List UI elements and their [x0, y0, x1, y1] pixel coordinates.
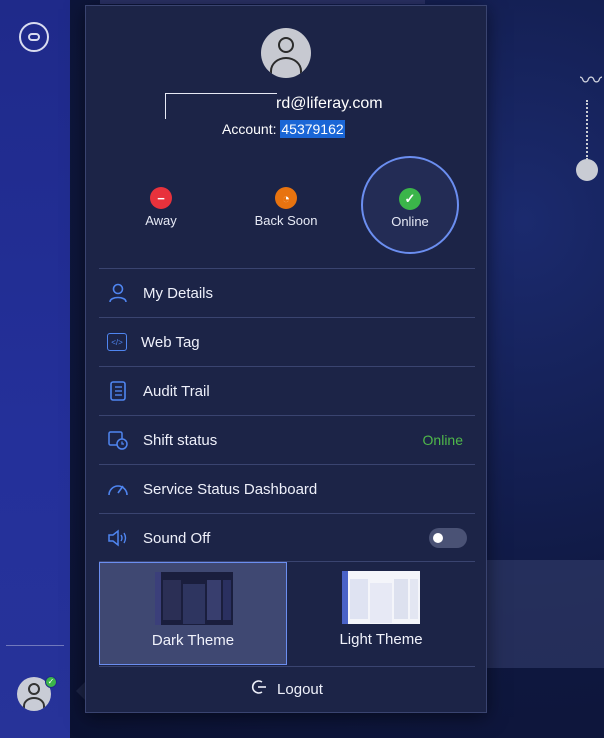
logout-label: Logout [277, 681, 323, 698]
account-number: 45379162 [280, 120, 345, 138]
menu-item-sound[interactable]: Sound Off [99, 513, 475, 562]
status-away-button[interactable]: − Away [134, 187, 188, 228]
light-theme-label: Light Theme [339, 631, 423, 648]
bot-logo-icon[interactable] [19, 22, 49, 52]
away-icon: − [150, 187, 172, 209]
popup-pointer [76, 682, 85, 700]
theme-selector: Dark Theme Light Theme [99, 561, 475, 665]
status-back-soon-label: Back Soon [254, 213, 318, 228]
dark-theme-thumbnail [155, 572, 233, 625]
notebook-icon [107, 380, 129, 402]
user-menu-list: My Details </> Web Tag Audit Trail Shift… [99, 268, 475, 562]
background-dot [576, 159, 598, 181]
menu-item-label: Sound Off [143, 529, 211, 547]
menu-item-web-tag[interactable]: </> Web Tag [99, 317, 475, 366]
sound-toggle[interactable] [429, 528, 467, 548]
logout-button[interactable]: Logout [99, 666, 475, 712]
menu-item-label: Service Status Dashboard [143, 480, 318, 498]
user-menu-popup: rd@liferay.com Account: 45379162 − Away … [85, 5, 487, 713]
menu-item-label: Audit Trail [143, 382, 210, 400]
top-strip [100, 0, 425, 4]
menu-item-audit-trail[interactable]: Audit Trail [99, 366, 475, 415]
menu-item-service-status[interactable]: Service Status Dashboard [99, 464, 475, 513]
light-theme-thumbnail [342, 571, 420, 624]
person-icon [107, 282, 129, 304]
logout-icon [251, 679, 267, 700]
speedometer-icon [107, 478, 129, 500]
clock-icon: ◔ [275, 187, 297, 209]
status-online-label: Online [391, 214, 429, 229]
light-theme-option[interactable]: Light Theme [287, 562, 475, 665]
menu-item-label: My Details [143, 284, 214, 302]
account-line: Account: 45379162 [222, 120, 345, 138]
dotted-line [586, 100, 588, 160]
status-away-label: Away [145, 213, 177, 228]
status-online-button[interactable]: ✓ Online [361, 156, 459, 254]
background-panel [487, 560, 604, 668]
dark-theme-option[interactable]: Dark Theme [99, 562, 287, 665]
menu-item-label: Web Tag [141, 333, 200, 351]
shift-status-value: Online [422, 432, 463, 448]
wave-icon: 〰 [580, 68, 603, 93]
check-icon: ✓ [399, 188, 421, 210]
user-email: rd@liferay.com [276, 95, 383, 112]
speaker-icon [107, 527, 129, 549]
menu-item-shift-status[interactable]: Shift status Online [99, 415, 475, 464]
menu-item-my-details[interactable]: My Details [99, 268, 475, 317]
user-avatar-icon [261, 28, 311, 78]
dark-theme-label: Dark Theme [151, 632, 235, 649]
menu-item-label: Shift status [143, 431, 218, 449]
left-rail: ✓ [0, 0, 70, 738]
calendar-clock-icon [107, 429, 129, 451]
account-label: Account: [222, 121, 277, 137]
code-tag-icon: </> [107, 333, 127, 351]
email-redaction [165, 93, 277, 119]
status-back-soon-button[interactable]: ◔ Back Soon [246, 187, 326, 228]
rail-divider [6, 645, 64, 646]
online-check-badge-icon: ✓ [45, 676, 57, 688]
